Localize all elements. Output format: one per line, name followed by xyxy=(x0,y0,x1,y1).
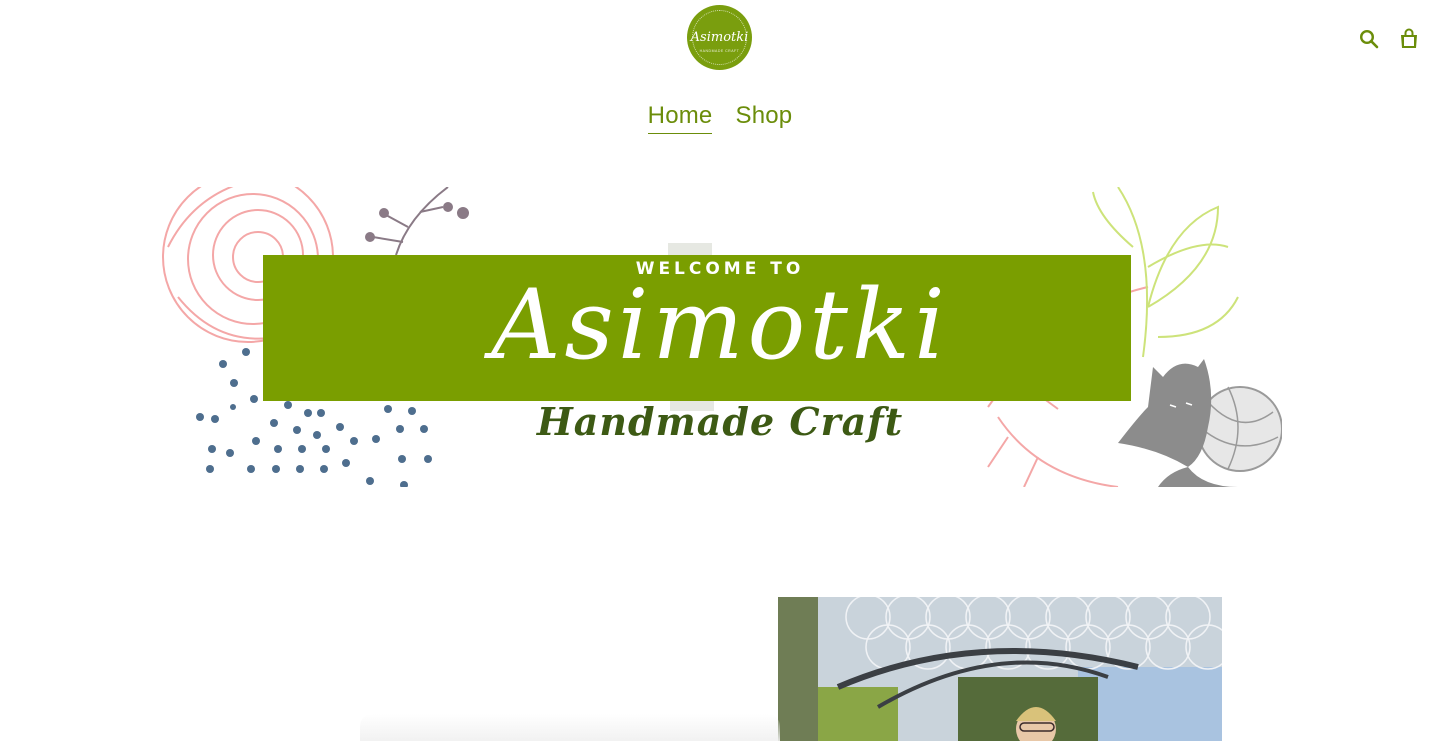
cart-icon xyxy=(1401,28,1417,48)
logo-text: Asimotki xyxy=(690,30,749,45)
nav-item-shop[interactable]: Shop xyxy=(735,102,792,134)
featured-photo xyxy=(778,597,1222,741)
nav-item-home[interactable]: Home xyxy=(647,102,713,134)
hero-banner: WELCOME TO Asimotki Handmade Craft xyxy=(158,187,1282,487)
header-icons xyxy=(1358,27,1420,51)
search-button[interactable] xyxy=(1358,27,1380,51)
twig-illustration xyxy=(365,187,469,256)
site-header: Asimotki HANDMADE CRAFT Home Shop xyxy=(0,0,1440,160)
photo-image xyxy=(778,597,1222,741)
banner-title: Asimotki xyxy=(491,269,949,381)
search-icon xyxy=(1359,29,1379,49)
banner-tagline: Handmade Craft xyxy=(536,399,904,444)
main-nav: Home Shop xyxy=(0,102,1440,134)
logo-subtext: HANDMADE CRAFT xyxy=(699,49,740,53)
cart-button[interactable] xyxy=(1398,27,1420,51)
logo-link[interactable]: Asimotki HANDMADE CRAFT xyxy=(687,5,752,70)
overlay-shadow xyxy=(360,714,780,741)
